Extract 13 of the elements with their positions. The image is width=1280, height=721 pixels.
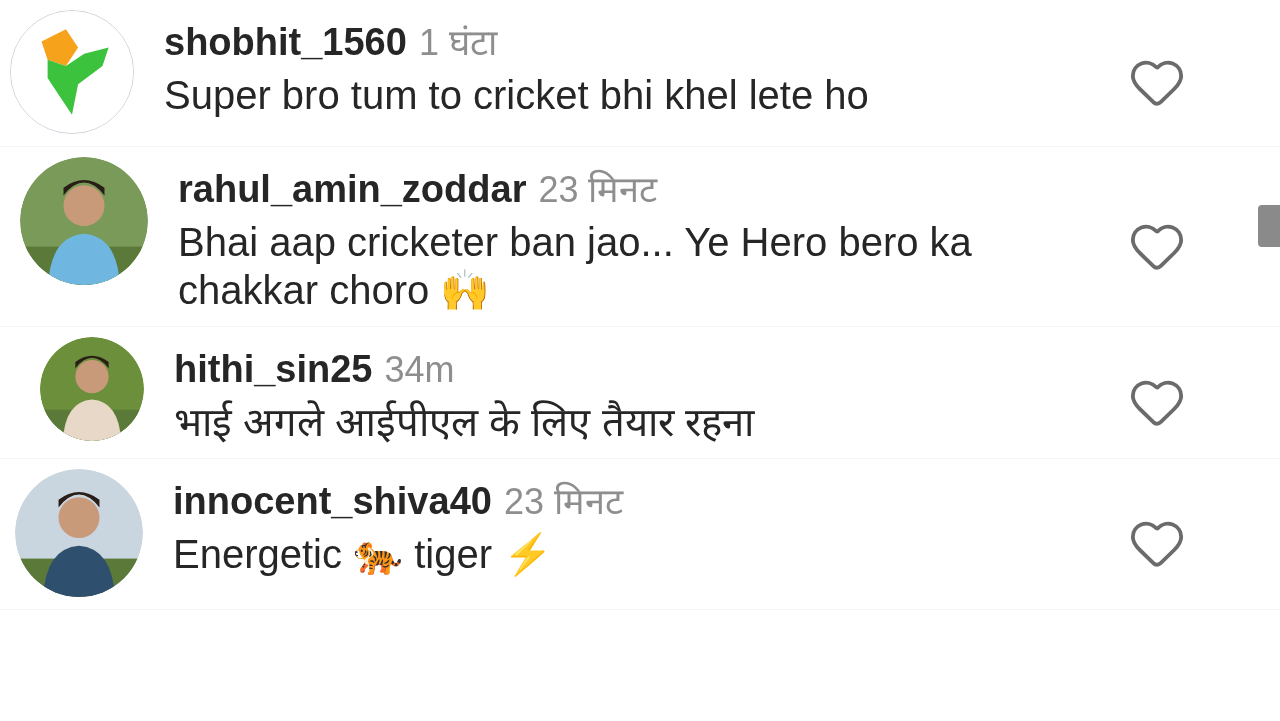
comment-time: 23 मिनट (538, 168, 658, 212)
comment-time: 34m (384, 348, 455, 392)
comment-text: भाई अगले आईपीएल के लिए तैयार रहना (174, 399, 756, 446)
comment-text: Super bro tum to cricket bhi khel lete ho (164, 72, 870, 119)
comment-text: Energetic 🐅 tiger ⚡ (173, 531, 555, 578)
scrollbar[interactable] (1258, 205, 1280, 247)
username[interactable]: innocent_shiva40 (173, 473, 492, 530)
username[interactable]: shobhit_1560 (164, 14, 407, 71)
username[interactable]: rahul_amin_zoddar (178, 161, 527, 218)
comment-text: Bhai aap cricketer ban jao... Ye Hero bero ka chakkar choro 🙌 (178, 219, 973, 314)
comment-time: 1 घंटा (418, 21, 497, 65)
username[interactable]: hithi_sin25 (174, 341, 373, 398)
comment-time: 23 मिनट (503, 480, 623, 524)
